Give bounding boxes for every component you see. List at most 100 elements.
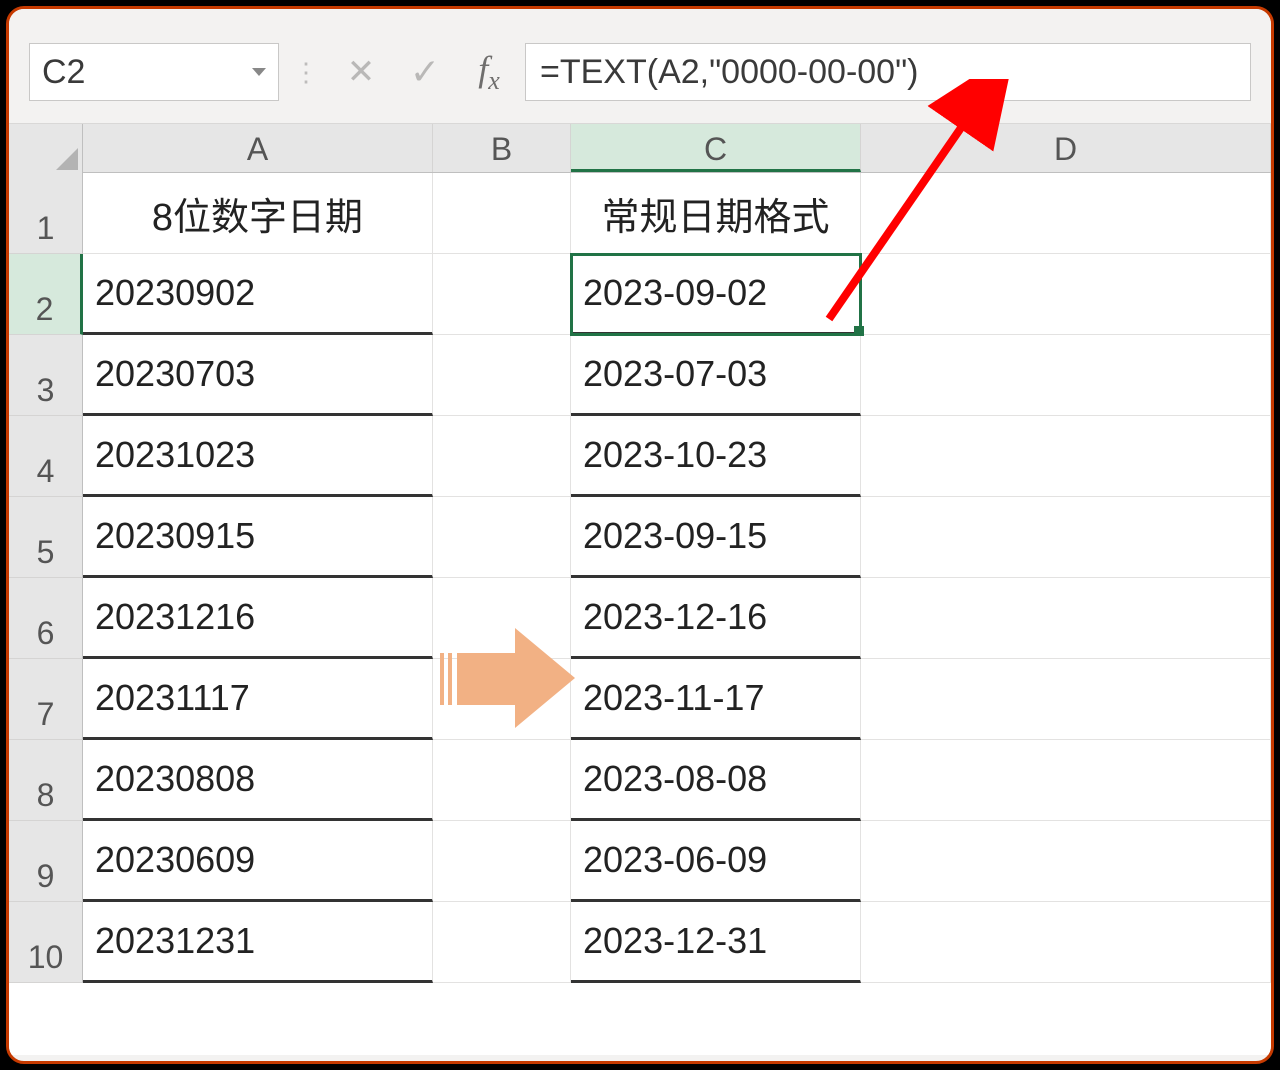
- row-header-5[interactable]: 5: [9, 497, 83, 578]
- cell-text: 2023-06-09: [583, 839, 767, 881]
- cell-A7[interactable]: 20231117: [83, 659, 433, 740]
- cell-B5[interactable]: [433, 497, 571, 578]
- row-6: 6 20231216 2023-12-16: [9, 578, 1271, 659]
- cell-B6[interactable]: [433, 578, 571, 659]
- row-header-4[interactable]: 4: [9, 416, 83, 497]
- accept-formula-button[interactable]: ✓: [397, 44, 453, 100]
- row-header-1[interactable]: 1: [9, 173, 83, 254]
- cell-text: 20230902: [95, 272, 255, 314]
- cell-A5[interactable]: 20230915: [83, 497, 433, 578]
- cancel-formula-button[interactable]: ✕: [333, 44, 389, 100]
- cell-D6[interactable]: [861, 578, 1271, 659]
- cell-D2[interactable]: [861, 254, 1271, 335]
- name-box[interactable]: C2: [29, 43, 279, 101]
- cell-text: 20231023: [95, 434, 255, 476]
- cell-A9[interactable]: 20230609: [83, 821, 433, 902]
- x-icon: ✕: [347, 52, 376, 92]
- cell-D9[interactable]: [861, 821, 1271, 902]
- rows: 1 8位数字日期 常规日期格式 2 20230902 2023-09-02 3 …: [9, 173, 1271, 983]
- cell-A10[interactable]: 20231231: [83, 902, 433, 983]
- row-header-3[interactable]: 3: [9, 335, 83, 416]
- spreadsheet-grid[interactable]: A B C D 1 8位数字日期 常规日期格式 2 20230902 2023-…: [9, 123, 1271, 1055]
- cell-text: 20230703: [95, 353, 255, 395]
- row-header-6[interactable]: 6: [9, 578, 83, 659]
- cell-D1[interactable]: [861, 173, 1271, 254]
- select-all-corner[interactable]: [9, 124, 83, 174]
- cell-text: 2023-10-23: [583, 434, 767, 476]
- cell-text: 2023-09-02: [583, 272, 767, 314]
- name-box-dropdown-icon[interactable]: [252, 68, 266, 76]
- row-3: 3 20230703 2023-07-03: [9, 335, 1271, 416]
- cell-B10[interactable]: [433, 902, 571, 983]
- cell-B2[interactable]: [433, 254, 571, 335]
- cell-D5[interactable]: [861, 497, 1271, 578]
- formula-bar: C2 ⋮ ✕ ✓ fx =TEXT(A2,"0000-00-00"): [9, 9, 1271, 123]
- cell-A1[interactable]: 8位数字日期: [83, 173, 433, 254]
- cell-C7[interactable]: 2023-11-17: [571, 659, 861, 740]
- cell-C2[interactable]: 2023-09-02: [571, 254, 861, 335]
- row-9: 9 20230609 2023-06-09: [9, 821, 1271, 902]
- cell-B1[interactable]: [433, 173, 571, 254]
- cell-text: 2023-12-16: [583, 596, 767, 638]
- col-header-A[interactable]: A: [83, 124, 433, 172]
- row-4: 4 20231023 2023-10-23: [9, 416, 1271, 497]
- cell-D10[interactable]: [861, 902, 1271, 983]
- fx-icon: fx: [478, 48, 500, 96]
- cell-C5[interactable]: 2023-09-15: [571, 497, 861, 578]
- cell-C8[interactable]: 2023-08-08: [571, 740, 861, 821]
- cell-text: 20231231: [95, 920, 255, 962]
- formula-text: =TEXT(A2,"0000-00-00"): [540, 53, 918, 92]
- cell-D7[interactable]: [861, 659, 1271, 740]
- cell-C1[interactable]: 常规日期格式: [571, 173, 861, 254]
- cell-A8[interactable]: 20230808: [83, 740, 433, 821]
- row-header-9[interactable]: 9: [9, 821, 83, 902]
- cell-text: 20230808: [95, 758, 255, 800]
- row-header-8[interactable]: 8: [9, 740, 83, 821]
- cell-C6[interactable]: 2023-12-16: [571, 578, 861, 659]
- cell-B8[interactable]: [433, 740, 571, 821]
- row-1: 1 8位数字日期 常规日期格式: [9, 173, 1271, 254]
- cell-text: 20231117: [95, 677, 250, 719]
- cell-text: 2023-12-31: [583, 920, 767, 962]
- cell-A3[interactable]: 20230703: [83, 335, 433, 416]
- cell-text: 20230609: [95, 839, 255, 881]
- column-headers: A B C D: [9, 123, 1271, 173]
- cell-B4[interactable]: [433, 416, 571, 497]
- cell-C9[interactable]: 2023-06-09: [571, 821, 861, 902]
- row-5: 5 20230915 2023-09-15: [9, 497, 1271, 578]
- cell-text: 常规日期格式: [601, 186, 829, 241]
- cell-A6[interactable]: 20231216: [83, 578, 433, 659]
- row-2: 2 20230902 2023-09-02: [9, 254, 1271, 335]
- cell-C4[interactable]: 2023-10-23: [571, 416, 861, 497]
- row-header-2[interactable]: 2: [9, 254, 83, 335]
- name-box-text: C2: [42, 53, 85, 92]
- cell-D8[interactable]: [861, 740, 1271, 821]
- cell-C10[interactable]: 2023-12-31: [571, 902, 861, 983]
- col-header-B[interactable]: B: [433, 124, 571, 172]
- insert-function-button[interactable]: fx: [461, 44, 517, 100]
- formula-input[interactable]: =TEXT(A2,"0000-00-00"): [525, 43, 1251, 101]
- col-header-C[interactable]: C: [571, 124, 861, 172]
- row-header-10[interactable]: 10: [9, 902, 83, 983]
- cell-C3[interactable]: 2023-07-03: [571, 335, 861, 416]
- cell-text: 20231216: [95, 596, 255, 638]
- cell-text: 20230915: [95, 515, 255, 557]
- col-header-D[interactable]: D: [861, 124, 1271, 172]
- check-icon: ✓: [410, 51, 440, 93]
- cell-B7[interactable]: [433, 659, 571, 740]
- cell-D3[interactable]: [861, 335, 1271, 416]
- cell-A2[interactable]: 20230902: [83, 254, 433, 335]
- separator-icon: ⋮: [287, 57, 325, 88]
- cell-A4[interactable]: 20231023: [83, 416, 433, 497]
- cell-text: 2023-11-17: [583, 677, 764, 719]
- row-10: 10 20231231 2023-12-31: [9, 902, 1271, 983]
- cell-text: 2023-07-03: [583, 353, 767, 395]
- excel-window: C2 ⋮ ✕ ✓ fx =TEXT(A2,"0000-00-00") A B C…: [6, 6, 1274, 1064]
- cell-B9[interactable]: [433, 821, 571, 902]
- cell-D4[interactable]: [861, 416, 1271, 497]
- row-7: 7 20231117 2023-11-17: [9, 659, 1271, 740]
- cell-text: 8位数字日期: [152, 186, 363, 241]
- cell-text: 2023-08-08: [583, 758, 767, 800]
- cell-B3[interactable]: [433, 335, 571, 416]
- row-header-7[interactable]: 7: [9, 659, 83, 740]
